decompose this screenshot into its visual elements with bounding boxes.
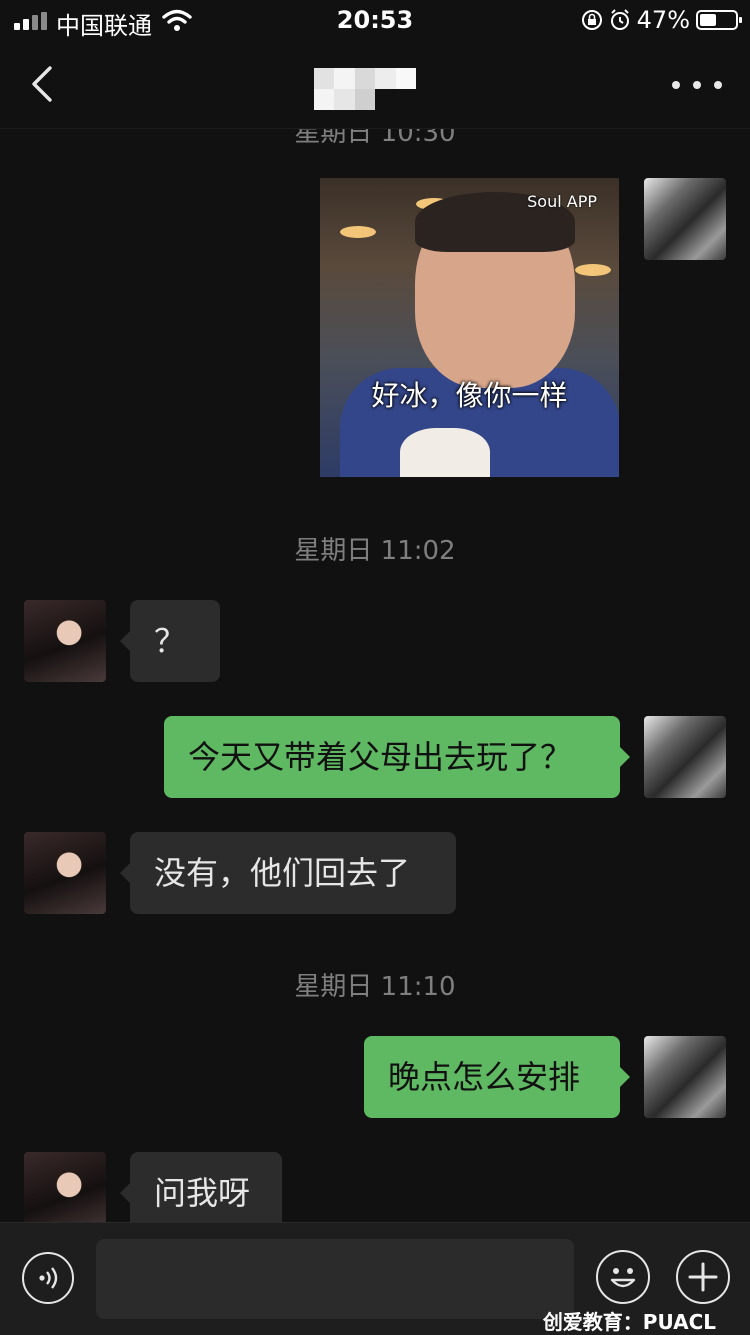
nav-bar: [0, 42, 750, 129]
sticker-ceiling-light: [340, 226, 376, 238]
more-dots-icon[interactable]: [672, 78, 722, 92]
avatar-contact[interactable]: [24, 832, 106, 914]
battery-level-fill: [700, 14, 716, 26]
status-icons: 47%: [581, 6, 742, 34]
sticker-image[interactable]: Soul APP 好冰，像你一样: [320, 178, 619, 477]
sticker-watermark: Soul APP: [527, 192, 597, 211]
avatar-me[interactable]: [644, 716, 726, 798]
message-input[interactable]: [96, 1239, 574, 1319]
orientation-lock-icon: [581, 10, 602, 30]
avatar-me[interactable]: [644, 178, 726, 260]
avatar-contact[interactable]: [24, 600, 106, 682]
chevron-left-icon[interactable]: [22, 62, 66, 106]
timestamp: 星期日 11:02: [294, 536, 456, 566]
sticker-caption: 好冰，像你一样: [371, 379, 568, 412]
sticker-drink-cup: [400, 428, 490, 477]
message-bubble-received[interactable]: 没有，他们回去了: [120, 832, 456, 914]
message-bubble-received[interactable]: ？: [120, 600, 220, 682]
emoji-icon[interactable]: [596, 1250, 650, 1304]
timestamp: 星期日 11:10: [294, 972, 456, 1002]
status-bar: 中国联通 20:53 47%: [0, 0, 750, 42]
alarm-icon: [610, 9, 629, 30]
message-bubble-sent[interactable]: 晚点怎么安排: [364, 1036, 630, 1118]
sticker-ceiling-light: [575, 264, 611, 276]
battery-percent: 47%: [636, 6, 690, 34]
avatar-me[interactable]: [644, 1036, 726, 1118]
plus-icon[interactable]: [676, 1250, 730, 1304]
chat-title-redacted: [314, 68, 416, 110]
voice-icon[interactable]: [22, 1252, 74, 1304]
watermark-text: 创爱教育：PUACL: [542, 1310, 716, 1334]
battery-icon: [696, 10, 742, 30]
message-bubble-sent[interactable]: 今天又带着父母出去玩了？: [164, 716, 630, 798]
